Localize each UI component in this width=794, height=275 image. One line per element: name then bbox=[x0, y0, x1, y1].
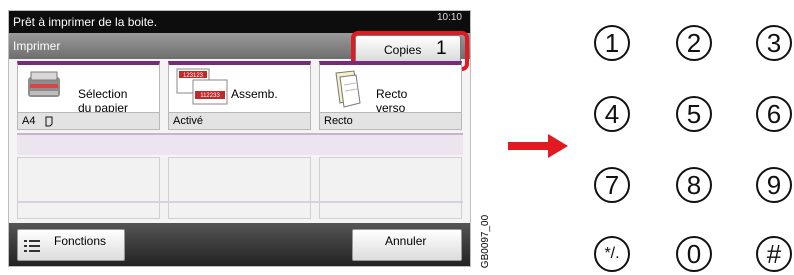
functions-label: Fonctions bbox=[54, 234, 107, 248]
status-bar: Prêt à imprimer de la boite. 10:10 bbox=[9, 11, 470, 33]
cancel-label: Annuler bbox=[385, 234, 427, 248]
empty-function-grid bbox=[17, 157, 463, 219]
duplex-icon bbox=[335, 70, 361, 108]
key-0[interactable]: 0 bbox=[676, 236, 712, 272]
paper-selection-value: A4 bbox=[22, 115, 36, 127]
svg-text:112233: 112233 bbox=[200, 93, 220, 99]
key-1[interactable]: 1 bbox=[594, 25, 630, 61]
list-icon bbox=[24, 240, 40, 252]
svg-text:123123: 123123 bbox=[183, 73, 204, 79]
portrait-paper-icon bbox=[45, 116, 53, 127]
key-asterisk-dot[interactable]: */. bbox=[594, 236, 630, 272]
function-keys: Sélection du papier A4 123123 112233 Ass… bbox=[17, 61, 463, 131]
duplex-value-row: Recto bbox=[320, 112, 461, 129]
status-message: Prêt à imprimer de la boite. bbox=[13, 15, 158, 29]
duplex-label-1: Recto bbox=[376, 87, 408, 101]
empty-slot bbox=[168, 157, 311, 219]
bottom-bar: Fonctions Annuler bbox=[9, 223, 470, 266]
key-5[interactable]: 5 bbox=[676, 96, 712, 132]
functions-button[interactable]: Fonctions bbox=[17, 229, 125, 261]
key-7[interactable]: 7 bbox=[594, 167, 630, 203]
key-9[interactable]: 9 bbox=[756, 167, 792, 203]
paper-tray-icon bbox=[28, 71, 60, 97]
cancel-button[interactable]: Annuler bbox=[352, 229, 462, 261]
key-3[interactable]: 3 bbox=[756, 25, 792, 61]
key-6[interactable]: 6 bbox=[756, 96, 792, 132]
figure-code: GB0097_00 bbox=[480, 214, 492, 269]
screen-title: Imprimer bbox=[13, 39, 61, 53]
key-2[interactable]: 2 bbox=[676, 25, 712, 61]
collate-value-row: Activé bbox=[169, 112, 310, 129]
duplex-key[interactable]: Recto verso Recto bbox=[319, 61, 462, 130]
paper-selection-label-1: Sélection bbox=[78, 87, 128, 101]
empty-function-row bbox=[17, 133, 463, 155]
empty-slot bbox=[319, 157, 462, 219]
row-divider bbox=[17, 201, 463, 203]
collate-key[interactable]: 123123 112233 Assemb. Activé bbox=[168, 61, 311, 130]
paper-selection-key[interactable]: Sélection du papier A4 bbox=[17, 61, 160, 130]
collate-label: Assemb. bbox=[231, 87, 278, 101]
touch-panel-screen: Prêt à imprimer de la boite. 10:10 Impri… bbox=[8, 10, 471, 267]
figure-reference: GB0097_00 bbox=[480, 212, 492, 272]
arrow-right-icon bbox=[508, 134, 568, 158]
collate-icon: 123123 112233 bbox=[176, 68, 228, 105]
paper-selection-value-row: A4 bbox=[18, 112, 159, 129]
clock: 10:10 bbox=[436, 12, 462, 23]
key-hash[interactable]: # bbox=[756, 236, 792, 272]
collate-value: Activé bbox=[173, 115, 203, 127]
key-4[interactable]: 4 bbox=[594, 96, 630, 132]
duplex-value: Recto bbox=[324, 115, 353, 127]
key-8[interactable]: 8 bbox=[676, 167, 712, 203]
empty-slot bbox=[17, 157, 160, 219]
